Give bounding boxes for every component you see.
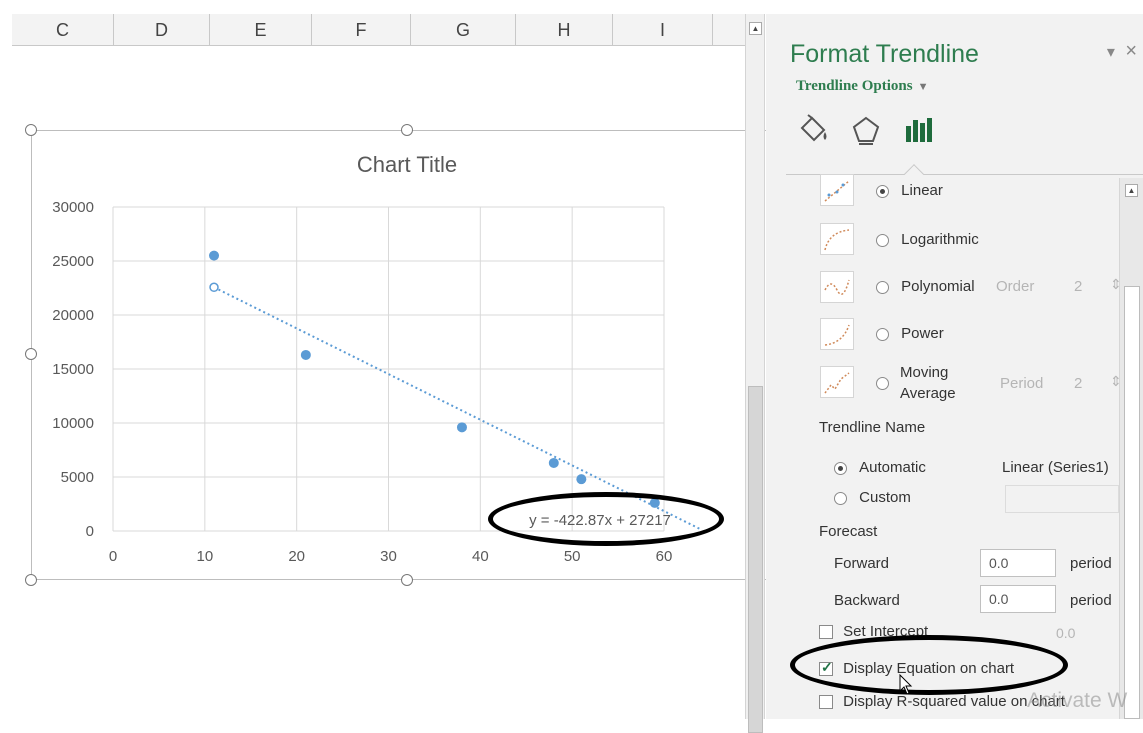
- moving-average-radio[interactable]: [876, 376, 889, 390]
- set-intercept-value: 0.0: [1056, 625, 1076, 641]
- y-tick-label: 30000: [52, 199, 94, 216]
- annotation-oval: [790, 635, 1068, 695]
- linear-trend-icon: [820, 174, 854, 206]
- power-radio[interactable]: [876, 327, 889, 341]
- pane-controls: ▾ ×: [1101, 40, 1137, 63]
- x-tick-label: 20: [288, 548, 305, 565]
- chart-resize-handle[interactable]: [401, 574, 413, 586]
- mouse-cursor-icon: [899, 674, 913, 695]
- custom-label: Custom: [859, 489, 911, 506]
- y-tick-label: 15000: [52, 361, 94, 378]
- y-tick-label: 25000: [52, 253, 94, 270]
- order-label: Order: [996, 278, 1035, 295]
- scroll-thumb[interactable]: [748, 386, 763, 733]
- automatic-name-option[interactable]: Automatic: [834, 459, 926, 476]
- trendline-options-icon[interactable]: [902, 114, 934, 146]
- power-trend-icon: [820, 318, 854, 350]
- x-tick-label: 50: [564, 548, 581, 565]
- automatic-name-value: Linear (Series1): [1002, 459, 1109, 476]
- backward-input[interactable]: 0.0: [980, 585, 1056, 613]
- chart-resize-handle[interactable]: [25, 348, 37, 360]
- order-spinner: ⇕: [1110, 276, 1122, 292]
- custom-name-option[interactable]: Custom: [834, 489, 911, 506]
- activate-windows-watermark: Activate W: [1027, 689, 1128, 712]
- custom-name-input[interactable]: [1005, 485, 1119, 513]
- x-tick-label: 10: [196, 548, 213, 565]
- automatic-label: Automatic: [859, 459, 926, 476]
- forecast-heading: Forecast: [819, 523, 878, 540]
- sheet-vertical-scrollbar[interactable]: ▲: [745, 14, 765, 733]
- chart-title[interactable]: Chart Title: [357, 152, 457, 177]
- set-intercept-checkbox[interactable]: [819, 625, 833, 640]
- moving-average-trend-icon: [820, 366, 854, 398]
- trendline-handle[interactable]: [209, 282, 219, 293]
- data-point[interactable]: [576, 474, 587, 485]
- chevron-down-icon: ▼: [917, 81, 929, 93]
- power-option[interactable]: Power: [876, 325, 944, 342]
- data-point[interactable]: [209, 250, 220, 261]
- logarithmic-label: Logarithmic: [901, 231, 979, 248]
- power-label: Power: [901, 325, 944, 342]
- logarithmic-radio[interactable]: [876, 233, 889, 247]
- forward-input[interactable]: 0.0: [980, 549, 1056, 577]
- x-tick-label: 40: [472, 548, 489, 565]
- forward-label: Forward: [834, 555, 890, 572]
- period-spinner: ⇕: [1110, 373, 1122, 389]
- trendline-options-label: Trendline Options: [796, 78, 913, 94]
- polynomial-option[interactable]: Polynomial: [876, 278, 975, 295]
- backward-label: Backward: [834, 592, 900, 609]
- forward-unit: period: [1070, 555, 1112, 572]
- backward-unit: period: [1070, 592, 1112, 609]
- pane-options-icon[interactable]: ▾: [1107, 44, 1115, 61]
- logarithmic-trend-icon: [820, 223, 854, 255]
- period-value: 2: [1074, 375, 1083, 392]
- period-label: Period: [1000, 375, 1044, 392]
- scatter-chart[interactable]: 0 5000 10000 15000 20000 25000 30000 0 10 20 30 40 5…: [0, 0, 745, 719]
- y-tick-label: 5000: [61, 469, 94, 486]
- chart-resize-handle[interactable]: [25, 574, 37, 586]
- y-tick-label: 0: [86, 523, 94, 540]
- fill-line-icon[interactable]: [798, 114, 830, 146]
- polynomial-radio[interactable]: [876, 280, 889, 294]
- format-trendline-pane: Format Trendline ▾ × Trendline Options ▼ …: [766, 14, 1143, 719]
- polynomial-label: Polynomial: [901, 278, 975, 295]
- display-r-squared-checkbox[interactable]: [819, 695, 833, 710]
- close-icon[interactable]: ×: [1125, 40, 1137, 62]
- tab-pointer: [904, 164, 924, 184]
- x-tick-label: 0: [109, 548, 117, 565]
- scroll-thumb[interactable]: [1124, 286, 1140, 719]
- moving-average-label-1: Moving: [900, 364, 949, 381]
- logarithmic-option[interactable]: Logarithmic: [876, 231, 979, 248]
- custom-radio[interactable]: [834, 491, 847, 505]
- chart-resize-handle[interactable]: [25, 124, 37, 136]
- scroll-up-icon[interactable]: ▲: [749, 22, 762, 35]
- chart-points: [209, 250, 660, 508]
- x-tick-label: 60: [656, 548, 673, 565]
- y-tick-label: 10000: [52, 415, 94, 432]
- automatic-radio[interactable]: [834, 461, 847, 475]
- pane-scrollbar[interactable]: ▲: [1119, 178, 1143, 719]
- data-point[interactable]: [548, 457, 559, 468]
- x-tick-label: 30: [380, 548, 397, 565]
- linear-label: Linear: [901, 182, 943, 199]
- trendline-name-heading: Trendline Name: [819, 419, 926, 436]
- data-point[interactable]: [456, 422, 467, 433]
- chart-resize-handle[interactable]: [401, 124, 413, 136]
- annotation-oval: [488, 492, 724, 546]
- y-tick-label: 20000: [52, 307, 94, 324]
- scroll-up-icon[interactable]: ▲: [1125, 184, 1138, 197]
- data-point[interactable]: [300, 349, 311, 360]
- moving-average-option[interactable]: [876, 374, 889, 391]
- polynomial-trend-icon: [820, 271, 854, 303]
- pane-title: Format Trendline: [790, 40, 979, 68]
- effects-icon[interactable]: [850, 114, 882, 146]
- worksheet[interactable]: C D E F G H I 0 5000 10000 15000 20000 25000 3…: [0, 0, 774, 719]
- linear-option[interactable]: Linear: [876, 182, 943, 199]
- linear-radio[interactable]: [876, 184, 889, 198]
- order-value: 2: [1074, 278, 1083, 295]
- moving-average-label-2: Average: [900, 385, 956, 402]
- trendline-options-dropdown[interactable]: Trendline Options ▼: [796, 78, 928, 95]
